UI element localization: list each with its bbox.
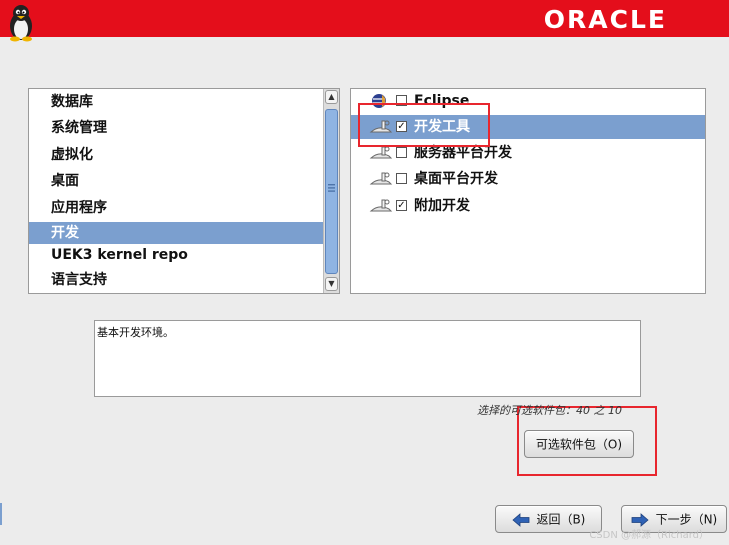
group-checkbox-desktop-platform-dev[interactable]: [396, 173, 407, 184]
tools-icon: [369, 146, 393, 159]
category-item-applications[interactable]: 应用程序: [29, 197, 323, 219]
group-item-additional-dev[interactable]: ✓ 附加开发: [351, 194, 705, 218]
group-label-desktop-platform-dev: 桌面平台开发: [414, 171, 498, 187]
group-item-desktop-platform-dev[interactable]: 桌面平台开发: [351, 167, 705, 191]
eclipse-globe-icon: [372, 94, 386, 108]
category-item-language-support[interactable]: 语言支持: [29, 269, 323, 291]
next-label: 下一步（N): [655, 512, 718, 527]
scrollbar-thumb[interactable]: [325, 109, 338, 274]
group-label-server-platform-dev: 服务器平台开发: [414, 145, 512, 161]
oracle-logo: ORACLE: [543, 5, 667, 34]
category-item-development[interactable]: 开发: [29, 222, 323, 244]
group-checkbox-server-platform-dev[interactable]: [396, 147, 407, 158]
focus-marker: [0, 503, 2, 525]
arrow-right-icon: [631, 512, 649, 527]
optional-packages-label: 可选软件包（O): [535, 437, 623, 452]
group-label-additional-dev: 附加开发: [414, 198, 470, 214]
group-item-server-platform-dev[interactable]: 服务器平台开发: [351, 141, 705, 165]
category-list-panel: 数据库 系统管理 虚拟化 桌面 应用程序 开发 UEK3 kernel repo…: [28, 88, 340, 294]
category-item-database[interactable]: 数据库: [29, 91, 323, 113]
category-item-uek3-kernel-repo[interactable]: UEK3 kernel repo: [29, 244, 323, 266]
scroll-down-button[interactable]: ▼: [325, 277, 338, 291]
tools-icon: [369, 172, 393, 185]
optional-package-count: 选择的可选软件包：40 之 10: [477, 404, 622, 417]
tools-icon: [369, 120, 393, 133]
category-item-system-management[interactable]: 系统管理: [29, 117, 323, 139]
group-checkbox-additional-dev[interactable]: ✓: [396, 200, 407, 211]
category-item-virtualization[interactable]: 虚拟化: [29, 144, 323, 166]
group-item-dev-tools[interactable]: ✓ 开发工具: [351, 115, 705, 139]
category-item-desktop[interactable]: 桌面: [29, 170, 323, 192]
watermark: CSDN @郝源（Richard）: [589, 530, 709, 541]
back-button[interactable]: 返回（B): [495, 505, 602, 533]
group-checkbox-eclipse[interactable]: [396, 95, 407, 106]
category-scrollbar[interactable]: ▲ ▼: [323, 89, 339, 293]
optional-packages-button[interactable]: 可选软件包（O): [524, 430, 634, 458]
group-list-panel: Eclipse ✓ 开发工具 服务器平台开发 桌面平台开发 ✓ 附加开发: [350, 88, 706, 294]
arrow-left-icon: [512, 512, 530, 527]
group-checkbox-dev-tools[interactable]: ✓: [396, 121, 407, 132]
scroll-up-button[interactable]: ▲: [325, 90, 338, 104]
group-item-eclipse[interactable]: Eclipse: [351, 89, 705, 113]
header-bar: ORACLE: [0, 0, 729, 42]
group-label-eclipse: Eclipse: [414, 93, 470, 109]
group-label-dev-tools: 开发工具: [414, 119, 470, 135]
grip-icon: [328, 184, 335, 192]
tux-penguin-icon: [10, 5, 32, 42]
group-description: 基本开发环境。: [94, 320, 641, 397]
back-label: 返回（B): [536, 512, 586, 527]
category-list: 数据库 系统管理 虚拟化 桌面 应用程序 开发 UEK3 kernel repo…: [29, 89, 323, 293]
tools-icon: [369, 199, 393, 212]
